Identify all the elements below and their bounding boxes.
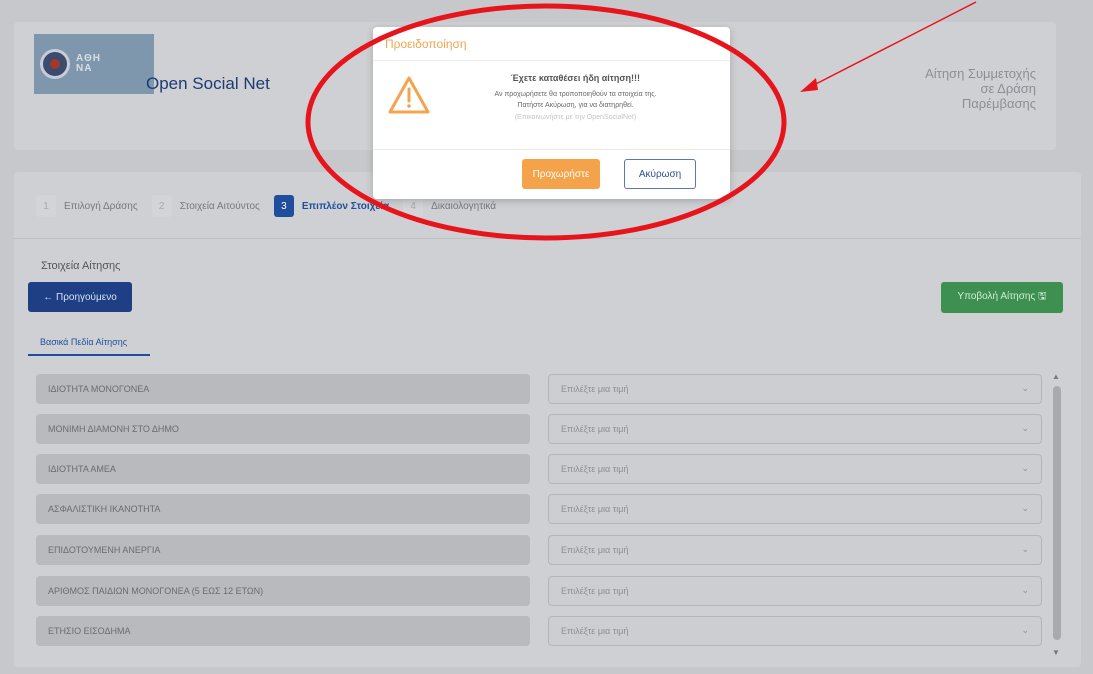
section-title: Στοιχεία Αίτησης — [41, 260, 121, 272]
scroll-thumb[interactable] — [1053, 386, 1061, 640]
field-label: ΕΠΙΔΟΤΟΥΜΕΝΗ ΑΝΕΡΓΙΑ — [36, 535, 530, 565]
chevron-down-icon: ⌄ — [1021, 383, 1029, 393]
select-placeholder: Επιλέξτε μια τιμή — [561, 464, 629, 474]
select-placeholder: Επιλέξτε μια τιμή — [561, 424, 629, 434]
select-placeholder: Επιλέξτε μια τιμή — [561, 586, 629, 596]
scrollbar[interactable]: ▲ ▼ — [1050, 372, 1064, 657]
field-select[interactable]: Επιλέξτε μια τιμή ⌄ — [548, 616, 1042, 646]
field-select[interactable]: Επιλέξτε μια τιμή ⌄ — [548, 454, 1042, 484]
field-select[interactable]: Επιλέξτε μια τιμή ⌄ — [548, 374, 1042, 404]
field-select[interactable]: Επιλέξτε μια τιμή ⌄ — [548, 576, 1042, 606]
chevron-down-icon: ⌄ — [1021, 544, 1029, 554]
step-2-number[interactable]: 2 — [151, 195, 172, 217]
emblem-icon — [40, 49, 70, 79]
field-label: ΜΟΝΙΜΗ ΔΙΑΜΟΝΗ ΣΤΟ ΔΗΜΟ — [36, 414, 530, 444]
dialog-divider — [373, 149, 730, 150]
chevron-down-icon: ⌄ — [1021, 423, 1029, 433]
field-select[interactable]: Επιλέξτε μια τιμή ⌄ — [548, 535, 1042, 565]
dialog-line-1: Αν προχωρήσετε θα τροποποιηθούν τα στοιχ… — [494, 91, 657, 98]
step-1-label[interactable]: Επιλογή Δράσης — [64, 201, 138, 212]
warning-icon — [388, 76, 430, 114]
logo-text-bottom: ΝΑ — [76, 63, 93, 74]
select-placeholder: Επιλέξτε μια τιμή — [561, 504, 629, 514]
logo-wordmark: ΑΘΗ ΝΑ — [76, 54, 101, 74]
step-3-label[interactable]: Επιπλέον Στοιχεία — [302, 201, 389, 212]
dialog-title: Προειδοποίηση — [373, 27, 730, 61]
chevron-down-icon: ⌄ — [1021, 625, 1029, 635]
brand-name[interactable]: Open Social Net — [146, 74, 270, 94]
chevron-down-icon: ⌄ — [1021, 503, 1029, 513]
step-2-label[interactable]: Στοιχεία Αιτούντος — [180, 201, 260, 212]
dialog-line-2: Πατήστε Ακύρωση, για να διατηρηθεί. — [517, 102, 634, 109]
chevron-down-icon: ⌄ — [1021, 585, 1029, 595]
cancel-button[interactable]: Ακύρωση — [624, 159, 696, 189]
previous-button[interactable]: ← Προηγούμενο — [28, 282, 132, 312]
chevron-down-icon[interactable]: ▼ — [1052, 648, 1060, 657]
select-placeholder: Επιλέξτε μια τιμή — [561, 545, 629, 555]
field-select[interactable]: Επιλέξτε μια τιμή ⌄ — [548, 414, 1042, 444]
dialog-heading: Έχετε καταθέσει ήδη αίτηση!!! — [511, 73, 640, 83]
page-heading: Αίτηση Συμμετοχής σε Δράση Παρέμβασης — [925, 66, 1036, 111]
field-select[interactable]: Επιλέξτε μια τιμή ⌄ — [548, 494, 1042, 524]
chevron-down-icon: ⌄ — [1021, 463, 1029, 473]
field-label: ΑΡΙΘΜΟΣ ΠΑΙΔΙΩΝ ΜΟΝΟΓΟΝΕΑ (5 ΕΩΣ 12 ΕΤΩΝ… — [36, 576, 530, 606]
dialog-body: Έχετε καταθέσει ήδη αίτηση!!! Αν προχωρή… — [433, 73, 718, 121]
steps-divider — [14, 238, 1081, 239]
select-placeholder: Επιλέξτε μια τιμή — [561, 626, 629, 636]
field-label: ΙΔΙΟΤΗΤΑ ΑΜΕΑ — [36, 454, 530, 484]
field-label: ΑΣΦΑΛΙΣΤΙΚΗ ΙΚΑΝΟΤΗΤΑ — [36, 494, 530, 524]
select-placeholder: Επιλέξτε μια τιμή — [561, 384, 629, 394]
field-label: ΕΤΗΣΙΟ ΕΙΣΟΔΗΜΑ — [36, 616, 530, 646]
step-3-number[interactable]: 3 — [273, 195, 294, 217]
warning-dialog: Προειδοποίηση Έχετε καταθέσει ήδη αίτηση… — [373, 27, 730, 199]
tab-basic-fields[interactable]: Βασικά Πεδία Αίτησης — [28, 332, 150, 356]
field-label: ΙΔΙΟΤΗΤΑ ΜΟΝΟΓΟΝΕΑ — [36, 374, 530, 404]
logo[interactable]: ΑΘΗ ΝΑ — [34, 34, 154, 94]
dialog-note: (Επικοινωνήστε με την OpenSocialNet) — [514, 114, 637, 121]
chevron-up-icon[interactable]: ▲ — [1052, 372, 1060, 381]
proceed-button[interactable]: Προχωρήστε — [522, 159, 600, 189]
step-1-number[interactable]: 1 — [36, 195, 56, 217]
submit-application-button[interactable]: Υποβολή Αίτησης 🖫 — [941, 282, 1063, 313]
step-4-label[interactable]: Δικαιολογητικά — [431, 201, 496, 212]
